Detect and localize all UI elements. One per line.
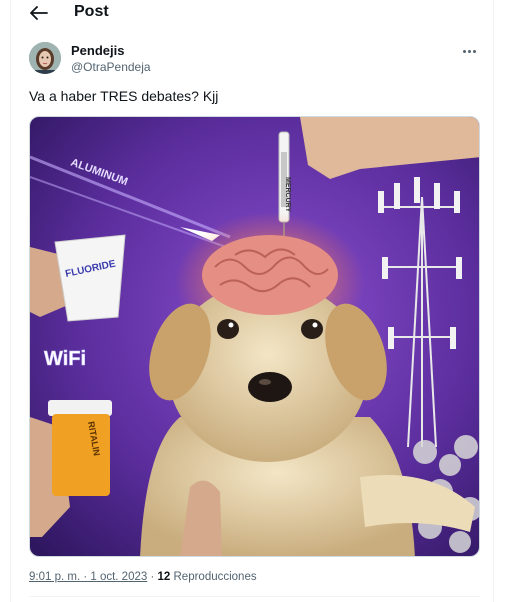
author-handle[interactable]: @OtraPendeja	[71, 60, 151, 74]
avatar-image	[29, 42, 61, 74]
page-title: Post	[74, 3, 109, 20]
view-label: Reproducciones	[170, 571, 257, 583]
post-panel: Post Pendejis @OtraPendeja Va a haber TR…	[10, 0, 494, 602]
back-button[interactable]	[27, 2, 51, 24]
post-header: Post	[11, 0, 493, 28]
meta-separator: ·	[147, 571, 158, 583]
tweet-metadata: 9:01 p. m. · 1 oct. 2023 · 12 Reproducci…	[29, 571, 257, 583]
tweet-text: Va a haber TRES debates? Kjj	[29, 88, 219, 104]
avatar[interactable]	[29, 42, 61, 74]
tweet-image[interactable]: ALUMINUM MERCURY FLUORIDE WiFi RITALIN	[29, 116, 480, 557]
divider	[29, 596, 480, 597]
more-horizontal-icon	[462, 49, 466, 53]
wifi-label: WiFi	[44, 348, 86, 370]
meme-image: ALUMINUM MERCURY FLUORIDE WiFi RITALIN	[30, 117, 479, 556]
author-name[interactable]: Pendejis	[71, 43, 124, 58]
arrow-left-icon	[30, 6, 48, 20]
more-options-button[interactable]	[459, 44, 479, 58]
post-author: Pendejis @OtraPendeja	[29, 42, 479, 78]
tweet-timestamp[interactable]: 9:01 p. m. · 1 oct. 2023	[29, 571, 147, 583]
view-count: 12	[157, 571, 171, 583]
mercury-label: MERCURY	[284, 177, 291, 212]
